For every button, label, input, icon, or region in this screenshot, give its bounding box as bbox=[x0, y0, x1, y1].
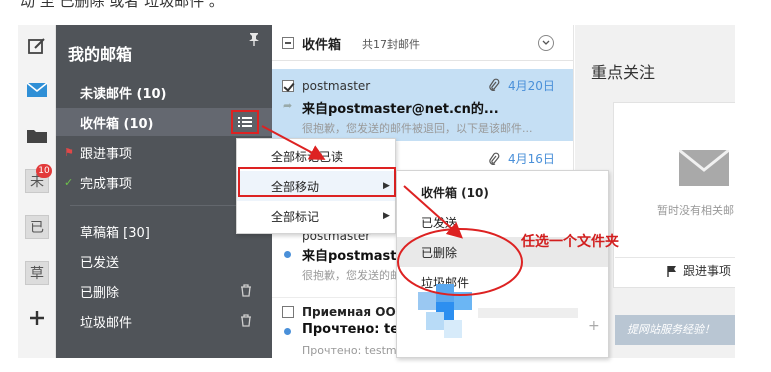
annotation-overlay bbox=[261, 125, 523, 296]
screenshot: 动 至 已删除 或者 垃圾邮件 。 未 10 已 草 我的邮箱 未读邮件 (10… bbox=[0, 0, 771, 372]
annotation-text: 任选一个文件夹 bbox=[521, 234, 619, 250]
highlight-ellipse bbox=[397, 228, 523, 296]
arrow-1 bbox=[261, 125, 326, 160]
